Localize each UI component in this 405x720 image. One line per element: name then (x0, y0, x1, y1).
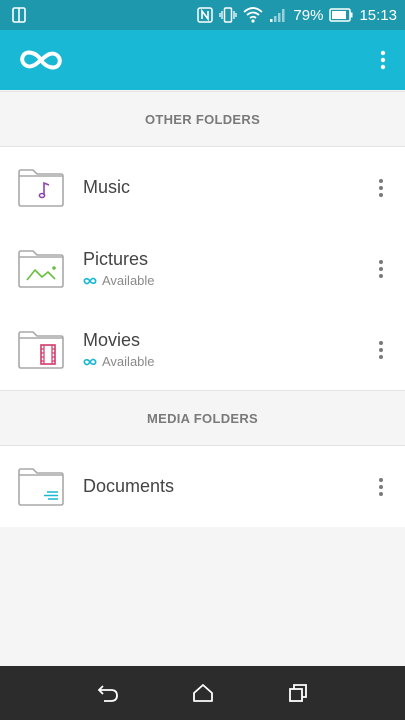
row-overflow-menu-icon[interactable] (371, 332, 391, 368)
folder-row-documents[interactable]: Documents (0, 446, 405, 527)
folder-name: Pictures (83, 249, 149, 269)
row-overflow-menu-icon[interactable] (371, 170, 391, 206)
signal-icon (269, 7, 287, 23)
folder-name: Documents (83, 476, 175, 496)
folder-music-icon (17, 168, 65, 208)
folder-row-pictures[interactable]: Pictures Available (0, 228, 405, 309)
battery-percent: 79% (293, 6, 324, 24)
folder-row-movies[interactable]: Movies Available (0, 309, 405, 390)
app-bar (0, 30, 405, 90)
availability-status: Available (83, 273, 155, 288)
infinity-icon (83, 354, 97, 369)
infinity-logo-icon (18, 47, 64, 73)
back-icon[interactable] (84, 669, 132, 717)
folder-row-music[interactable]: Music (0, 147, 405, 228)
vibrate-icon (219, 7, 238, 23)
folder-documents-icon (17, 467, 65, 507)
folder-name: Music (83, 177, 131, 197)
battery-icon (329, 8, 353, 22)
folder-movies-icon (17, 330, 65, 370)
status-label: Available (102, 354, 155, 369)
screen-mirror-icon (12, 7, 26, 23)
wifi-icon (243, 7, 264, 23)
clock: 15:13 (359, 6, 397, 24)
availability-status: Available (83, 354, 155, 369)
status-bar: 79% 15:13 (0, 0, 405, 30)
home-icon[interactable] (179, 669, 227, 717)
infinity-icon (83, 273, 97, 288)
row-overflow-menu-icon[interactable] (371, 251, 391, 287)
folder-name: Movies (83, 330, 141, 350)
section-header-media-folders: MEDIA FOLDERS (0, 390, 405, 446)
folder-pictures-icon (17, 249, 65, 289)
row-overflow-menu-icon[interactable] (371, 469, 391, 505)
overflow-menu-icon[interactable] (371, 40, 395, 80)
recents-icon[interactable] (274, 669, 322, 717)
media-folders-list: Documents (0, 446, 405, 527)
navigation-bar (0, 666, 405, 720)
nfc-icon (197, 7, 214, 23)
section-header-other-folders: OTHER FOLDERS (0, 91, 405, 147)
other-folders-list: Music Pictures Available Movies Availabl… (0, 147, 405, 390)
status-label: Available (102, 273, 155, 288)
